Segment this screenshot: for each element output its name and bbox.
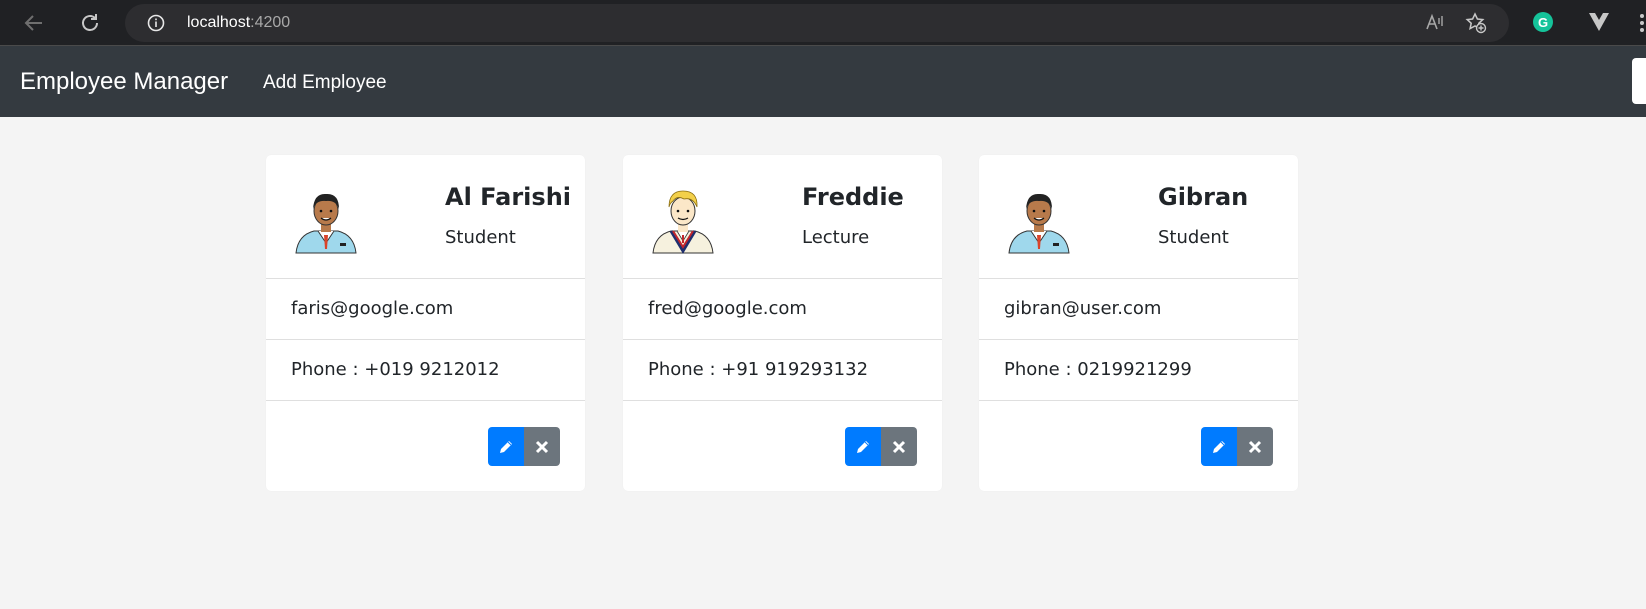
edit-button[interactable]	[1201, 427, 1237, 466]
more-icon[interactable]	[1638, 12, 1646, 34]
close-icon	[535, 440, 549, 453]
card-actions	[845, 427, 917, 466]
grammarly-letter: G	[1537, 14, 1549, 30]
address-bar[interactable]: localhost:4200	[125, 4, 1509, 42]
search-input[interactable]	[1632, 58, 1646, 104]
url-port: :4200	[250, 14, 291, 31]
employee-role: Student	[1158, 227, 1229, 248]
read-aloud-icon[interactable]	[1425, 13, 1445, 35]
url-text: localhost:4200	[187, 14, 290, 32]
avatar	[1008, 193, 1070, 254]
browser-toolbar: localhost:4200 G	[0, 0, 1646, 46]
email-row: faris@google.com	[266, 279, 585, 340]
brand-title[interactable]: Employee Manager	[20, 68, 228, 96]
edit-button[interactable]	[845, 427, 881, 466]
avatar	[652, 190, 714, 254]
delete-button[interactable]	[524, 427, 560, 466]
pencil-icon	[857, 440, 869, 453]
delete-button[interactable]	[1237, 427, 1273, 466]
employee-name: Freddie	[802, 183, 904, 211]
delete-button[interactable]	[881, 427, 917, 466]
avatar	[295, 193, 357, 254]
employee-card: Al Farishi Student faris@google.com Phon…	[266, 155, 585, 491]
reload-icon[interactable]	[76, 9, 104, 37]
back-arrow-icon[interactable]	[20, 9, 48, 37]
employee-role: Lecture	[802, 227, 870, 248]
employee-name: Al Farishi	[445, 183, 571, 211]
add-favorite-icon[interactable]	[1465, 12, 1487, 39]
email-row: gibran@user.com	[979, 279, 1298, 340]
phone-row: Phone : +91 919293132	[623, 340, 942, 401]
grammarly-extension-icon[interactable]: G	[1533, 12, 1553, 32]
employee-email[interactable]: fred@google.com	[648, 298, 807, 319]
employee-phone: Phone : 0219921299	[1004, 359, 1192, 380]
card-header: Gibran Student	[979, 155, 1298, 279]
card-header: Freddie Lecture	[623, 155, 942, 279]
employee-card: Freddie Lecture fred@google.com Phone : …	[623, 155, 942, 491]
app-navbar: Employee Manager Add Employee	[0, 46, 1646, 117]
employee-list: Al Farishi Student faris@google.com Phon…	[0, 117, 1646, 609]
close-icon	[1248, 440, 1262, 453]
employee-role: Student	[445, 227, 516, 248]
vue-devtools-icon[interactable]	[1588, 12, 1610, 37]
edit-button[interactable]	[488, 427, 524, 466]
card-header: Al Farishi Student	[266, 155, 585, 279]
pencil-icon	[1213, 440, 1225, 453]
close-icon	[892, 440, 906, 453]
card-actions	[1201, 427, 1273, 466]
employee-card: Gibran Student gibran@user.com Phone : 0…	[979, 155, 1298, 491]
pencil-icon	[500, 440, 512, 453]
employee-phone: Phone : +019 9212012	[291, 359, 500, 380]
card-actions	[488, 427, 560, 466]
email-row: fred@google.com	[623, 279, 942, 340]
employee-name: Gibran	[1158, 183, 1249, 211]
add-employee-link[interactable]: Add Employee	[263, 72, 387, 94]
site-info-icon[interactable]	[147, 14, 165, 37]
employee-email[interactable]: gibran@user.com	[1004, 298, 1161, 319]
phone-row: Phone : +019 9212012	[266, 340, 585, 401]
url-host: localhost	[187, 14, 251, 31]
employee-phone: Phone : +91 919293132	[648, 359, 869, 380]
employee-email[interactable]: faris@google.com	[291, 298, 453, 319]
phone-row: Phone : 0219921299	[979, 340, 1298, 401]
